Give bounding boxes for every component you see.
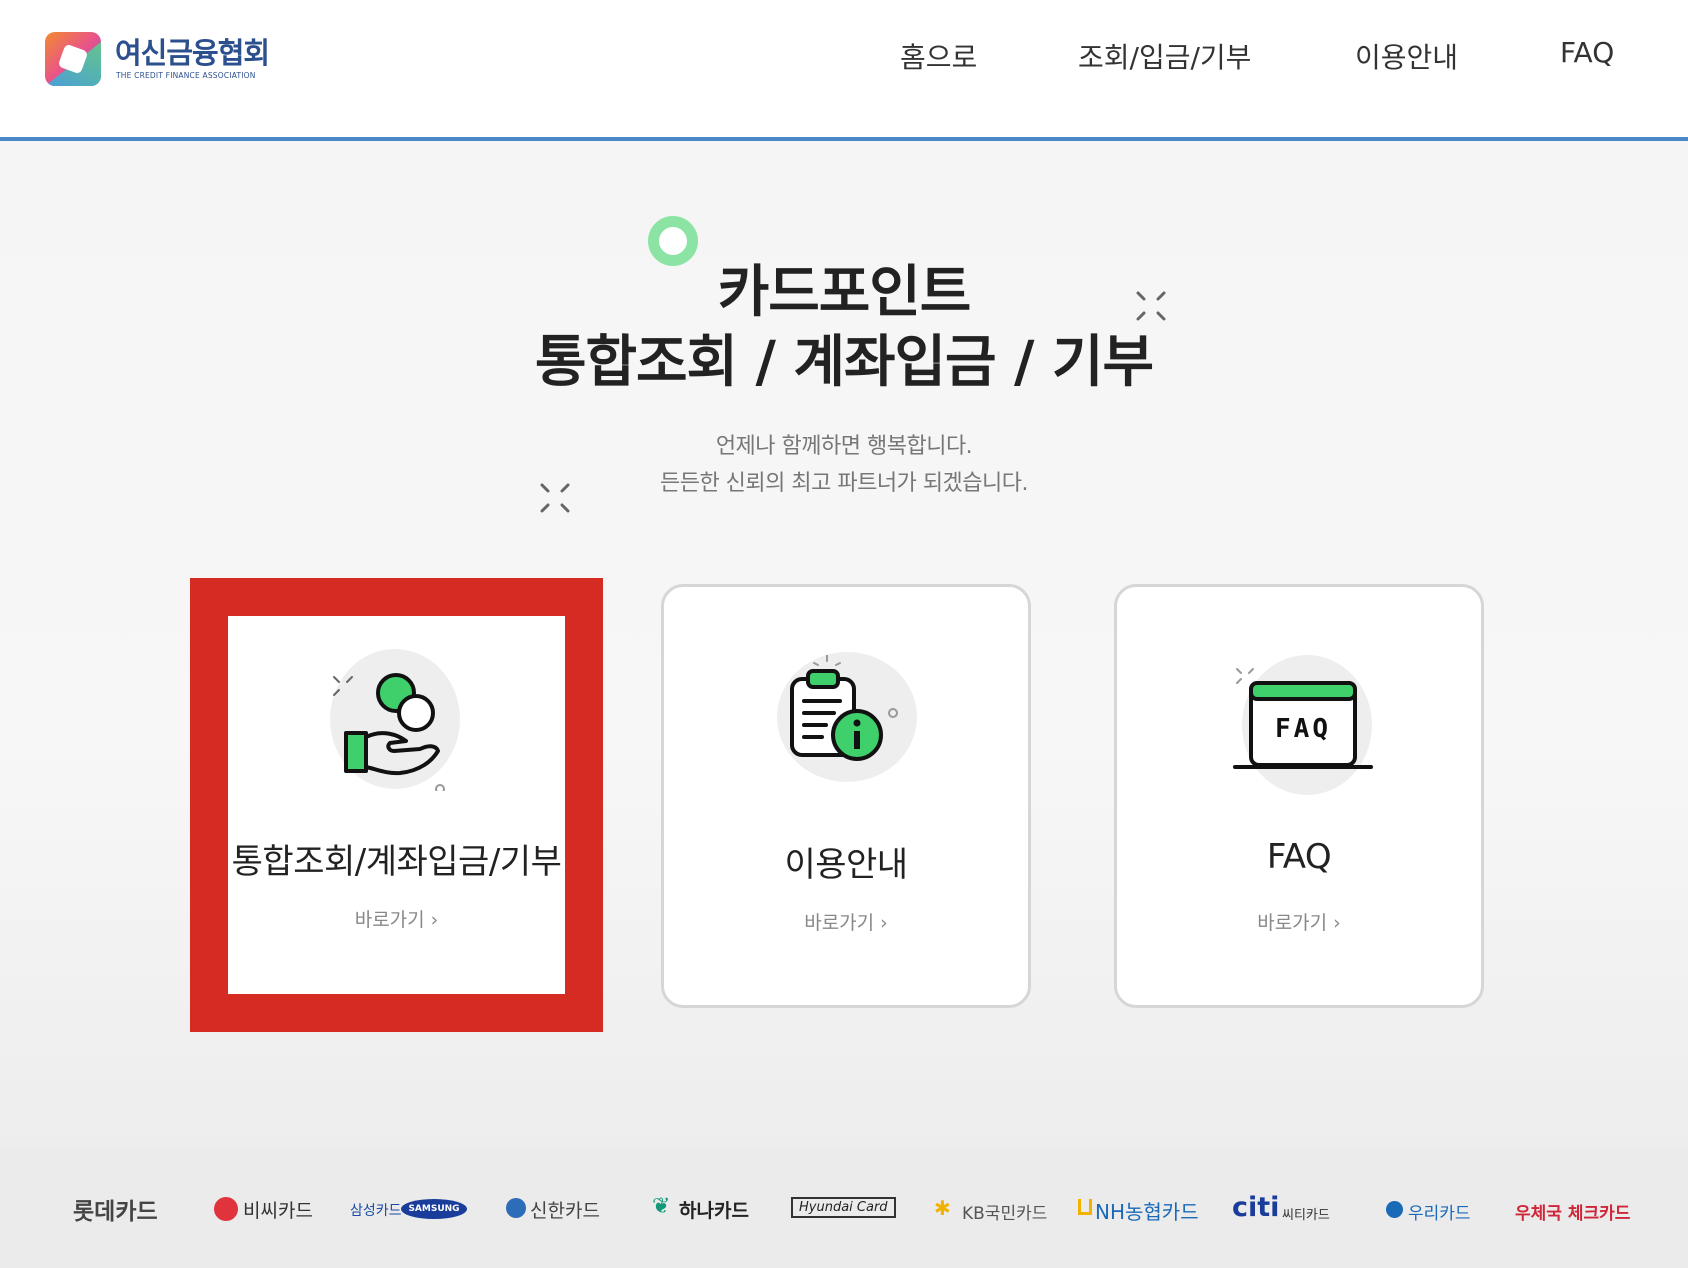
card-link[interactable]: 바로가기 › — [1117, 908, 1481, 935]
card-inquiry-deposit-donate[interactable]: 통합조회/계좌입금/기부 바로가기 › — [228, 616, 565, 994]
logo-title: 여신금융협회 — [115, 36, 270, 70]
hero-subtitle-line2: 든든한 신뢰의 최고 파트너가 되겠습니다. — [659, 471, 1029, 496]
citi-logo: citi — [1232, 1192, 1280, 1223]
brand-bc-card[interactable]: 비씨카드 — [243, 1196, 313, 1223]
kb-logo-icon: ✱ — [934, 1196, 951, 1220]
card-link[interactable]: 바로가기 › — [664, 908, 1028, 935]
coins-hand-icon — [333, 673, 445, 791]
hero-title-line1: 카드포인트 — [717, 260, 972, 325]
woori-logo-icon — [1386, 1201, 1403, 1218]
brand-nh-card[interactable]: NH농협카드 — [1095, 1196, 1199, 1225]
nav-home[interactable]: 홈으로 — [900, 36, 977, 76]
brand-kb-card[interactable]: KB국민카드 — [962, 1199, 1047, 1224]
brand-lotte-card[interactable]: 롯데카드 — [73, 1192, 158, 1226]
hero-title: 카드포인트 통합조회 / 계좌입금 / 기부 — [444, 258, 1244, 398]
card-title: FAQ — [1266, 837, 1332, 877]
brand-woori-card[interactable]: 우리카드 — [1408, 1199, 1471, 1224]
nh-logo-icon — [1078, 1199, 1092, 1215]
brand-post-check-card[interactable]: 우체국 체크카드 — [1515, 1199, 1630, 1224]
logo[interactable]: 여신금융협회 THE CREDIT FINANCE ASSOCIATION — [45, 30, 285, 88]
hana-logo-icon: ❦ — [652, 1194, 671, 1219]
hero-subtitle-line1: 언제나 함께하면 행복합니다. — [715, 434, 973, 459]
header: 여신금융협회 THE CREDIT FINANCE ASSOCIATION 홈으… — [0, 0, 1688, 138]
card-link[interactable]: 바로가기 › — [228, 905, 565, 932]
shinhan-logo-icon — [506, 1198, 526, 1218]
bc-card-logo-icon — [214, 1197, 238, 1221]
nav-inquiry-deposit-donate[interactable]: 조회/입금/기부 — [1078, 36, 1251, 76]
samsung-logo: SAMSUNG — [401, 1199, 467, 1219]
card-faq[interactable]: FAQ FAQ 바로가기 › — [1114, 584, 1484, 1008]
nav-guide[interactable]: 이용안내 — [1355, 36, 1458, 76]
logo-mark-icon — [45, 32, 101, 86]
clipboard-info-icon — [790, 655, 898, 761]
card-title: 이용안내 — [784, 845, 908, 885]
brand-hana-card[interactable]: 하나카드 — [679, 1196, 749, 1223]
brand-citi-card[interactable]: 씨티카드 — [1282, 1204, 1330, 1223]
nav-faq[interactable]: FAQ — [1560, 36, 1614, 69]
faq-board-icon: FAQ — [1233, 668, 1373, 769]
brand-shinhan-card[interactable]: 신한카드 — [530, 1196, 600, 1223]
faq-icon-text: FAQ — [1275, 714, 1331, 744]
brand-hyundai-card[interactable]: Hyundai Card — [791, 1197, 896, 1218]
logo-subtitle: THE CREDIT FINANCE ASSOCIATION — [116, 71, 256, 80]
brand-samsung-card[interactable]: 삼성카드 — [350, 1200, 402, 1220]
hero-title-line2: 통합조회 / 계좌입금 / 기부 — [534, 330, 1154, 395]
card-guide[interactable]: 이용안내 바로가기 › — [661, 584, 1031, 1008]
hero-subtitle: 언제나 함께하면 행복합니다. 든든한 신뢰의 최고 파트너가 되겠습니다. — [494, 428, 1194, 502]
card-title: 통합조회/계좌입금/기부 — [231, 842, 562, 882]
